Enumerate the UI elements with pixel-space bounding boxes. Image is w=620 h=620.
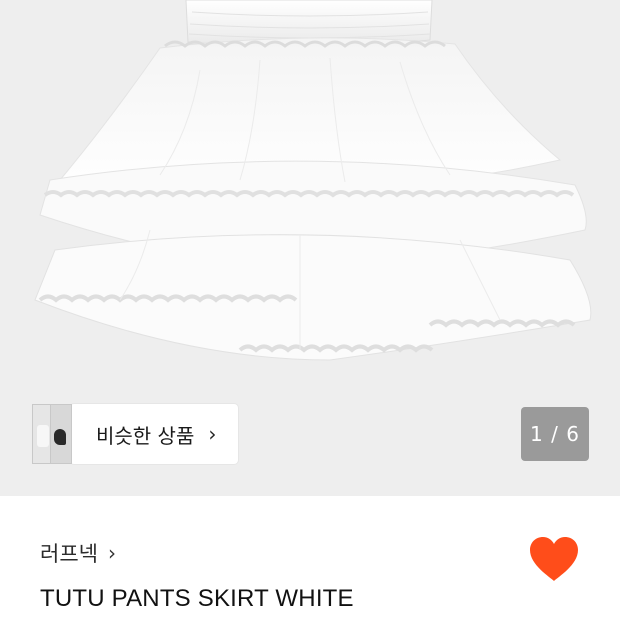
similar-products-button[interactable]: 비슷한 상품 › — [70, 404, 239, 464]
chevron-right-icon: › — [107, 541, 116, 565]
similar-products-label: 비슷한 상품 — [96, 423, 195, 448]
similar-products-thumbnails — [32, 404, 72, 464]
product-title: TUTU PANTS SKIRT WHITE — [40, 585, 354, 612]
similar-products[interactable]: 비슷한 상품 › — [32, 404, 239, 464]
brand-link[interactable]: 러프넥 › — [40, 538, 116, 568]
heart-icon[interactable] — [528, 535, 580, 583]
similar-product-thumbnail — [50, 404, 72, 464]
brand-name: 러프넥 — [40, 542, 98, 566]
image-counter: 1 / 6 — [521, 407, 589, 461]
chevron-right-icon: › — [208, 422, 217, 446]
